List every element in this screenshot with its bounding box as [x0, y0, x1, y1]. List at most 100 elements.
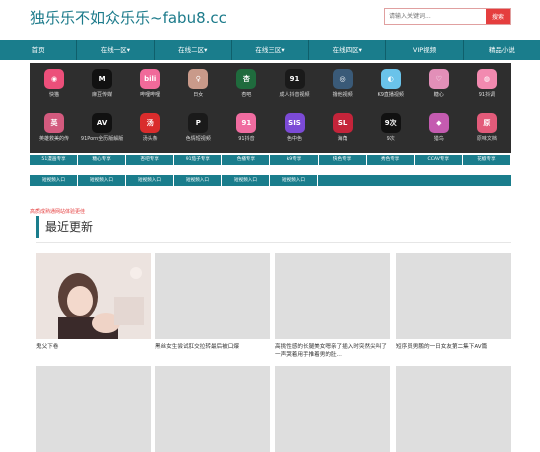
app-tile[interactable]: 杏杏吧 [222, 63, 270, 107]
exclusive-link[interactable]: k9专享 [270, 155, 319, 165]
app-icon[interactable]: bili [140, 69, 161, 89]
app-icon[interactable]: ◉ [44, 69, 64, 89]
video-card[interactable]: 鬼父下卷 [36, 253, 151, 351]
app-icon[interactable]: ♀ [188, 69, 209, 89]
app-label[interactable]: 色中色 [271, 136, 319, 142]
video-card[interactable] [396, 366, 511, 452]
app-icon[interactable]: ♡ [428, 69, 449, 89]
nav-online-4[interactable]: 在线四区▾ [309, 40, 387, 60]
exclusive-link[interactable]: 秀色专享 [366, 155, 415, 165]
app-tile[interactable]: AV 91Porn全历版解版 [78, 107, 126, 151]
short-video-link[interactable]: 短视频入口 [126, 175, 174, 186]
app-icon[interactable]: AV [92, 113, 113, 133]
app-label[interactable]: 猎鸟 [415, 136, 463, 142]
video-thumbnail[interactable] [36, 253, 151, 339]
app-icon[interactable]: 英 [44, 113, 64, 133]
video-title[interactable]: 高挑性感的长腿美女嗯亲了插入时突然尖叫了一声哭着用手推着男的肚... [275, 343, 390, 359]
app-label[interactable]: 杏吧 [222, 92, 270, 98]
app-icon[interactable]: 9次 [380, 113, 401, 133]
app-icon[interactable]: M [92, 69, 113, 89]
exclusive-link[interactable]: 51漫画专享 [30, 155, 79, 165]
app-tile[interactable]: SIS 色中色 [271, 107, 319, 151]
short-video-link[interactable]: 短视频入口 [270, 175, 318, 186]
video-thumbnail[interactable] [155, 253, 270, 339]
app-tile[interactable]: 91 91抖音 [222, 107, 270, 151]
app-icon[interactable]: 杏 [236, 69, 257, 89]
exclusive-link[interactable]: CCAV专享 [414, 155, 463, 165]
notice-text[interactable]: 高质成熟通网站体验更佳 [30, 208, 85, 215]
app-icon[interactable]: 汤 [140, 113, 161, 133]
app-label[interactable]: 哔哩哔哩 [126, 92, 174, 98]
video-card[interactable]: 高挑性感的长腿美女嗯亲了插入时突然尖叫了一声哭着用手推着男的肚... [275, 253, 390, 359]
exclusive-link[interactable]: 花椒专享 [462, 155, 511, 165]
short-video-link[interactable]: 短视频入口 [222, 175, 270, 186]
video-title[interactable]: 鬼父下卷 [36, 343, 151, 351]
app-tile[interactable]: 原原味文档 [463, 107, 511, 151]
app-tile[interactable]: 汤汤头条 [126, 107, 174, 151]
video-card[interactable] [155, 366, 270, 452]
app-label[interactable]: 汤头条 [126, 136, 174, 142]
app-label[interactable]: K9直播视频 [367, 92, 415, 98]
app-tile[interactable]: 9次 9次 [367, 107, 415, 151]
app-label[interactable]: 9次 [367, 136, 415, 142]
app-tile[interactable]: ♡ 糖心 [415, 63, 463, 107]
app-tile[interactable]: ◆ 猎鸟 [415, 107, 463, 151]
app-tile[interactable]: P 色情短视频 [174, 107, 222, 151]
exclusive-link[interactable]: 快色专享 [318, 155, 367, 165]
app-tile[interactable]: M 麻豆传媒 [78, 63, 126, 107]
app-label[interactable]: 日女 [174, 92, 222, 98]
app-tile[interactable]: ◍ 91抖调 [463, 63, 511, 107]
video-thumbnail[interactable] [36, 366, 151, 452]
app-icon[interactable]: ◎ [332, 69, 353, 89]
nav-novels[interactable]: 精品小说 [464, 40, 540, 60]
app-label[interactable]: 91抖音 [222, 136, 270, 142]
app-icon[interactable]: 原 [476, 113, 497, 133]
app-icon[interactable]: SL [332, 113, 353, 133]
video-thumbnail[interactable] [275, 366, 390, 452]
video-thumbnail[interactable] [155, 366, 270, 452]
app-label[interactable]: 成人抖音视频 [271, 92, 319, 98]
app-icon[interactable]: ◐ [380, 69, 401, 89]
video-card[interactable]: 短序员男鹏的一日女友第二集下AV篇 [396, 253, 511, 351]
video-card[interactable] [36, 366, 151, 452]
search-input[interactable] [385, 9, 486, 24]
short-video-link[interactable]: 短视频入口 [30, 175, 78, 186]
app-tile[interactable]: 91 成人抖音视频 [271, 63, 319, 107]
app-icon[interactable]: ◆ [428, 113, 449, 133]
app-tile[interactable]: ♀ 日女 [174, 63, 222, 107]
app-label[interactable]: 91Porn全历版解版 [78, 136, 126, 142]
app-label[interactable]: 91抖调 [463, 92, 511, 98]
nav-online-2[interactable]: 在线二区▾ [155, 40, 232, 60]
app-tile[interactable]: SL 海角 [319, 107, 367, 151]
exclusive-link[interactable]: 杏吧专享 [126, 155, 175, 165]
app-label[interactable]: 原味文档 [463, 136, 511, 142]
nav-home[interactable]: 首页 [0, 40, 78, 60]
video-title[interactable]: 黑丝女生尝试肛交拉转最后被口爆 [155, 343, 270, 351]
app-label[interactable]: 撸他视频 [319, 92, 367, 98]
nav-online-1[interactable]: 在线一区▾ [77, 40, 155, 60]
app-tile[interactable]: bili 哔哩哔哩 [126, 63, 174, 107]
app-label[interactable]: 快猫 [30, 92, 78, 98]
exclusive-link[interactable]: 糖心专享 [78, 155, 127, 165]
site-logo[interactable]: 独乐乐不如众乐乐~fabu8.cc [30, 7, 227, 28]
video-thumbnail[interactable] [396, 253, 511, 339]
app-tile[interactable]: 英英雄救美的传 [30, 107, 78, 151]
app-icon[interactable]: P [188, 113, 209, 133]
exclusive-link[interactable]: 91茄子专享 [174, 155, 223, 165]
nav-online-3[interactable]: 在线三区▾ [232, 40, 310, 60]
app-tile[interactable]: ◐ K9直播视频 [367, 63, 415, 107]
short-video-link[interactable]: 短视频入口 [174, 175, 222, 186]
video-card[interactable] [275, 366, 390, 452]
app-icon[interactable]: 91 [236, 113, 257, 133]
app-label[interactable]: 海角 [319, 136, 367, 142]
app-icon[interactable]: SIS [284, 113, 305, 133]
video-thumbnail[interactable] [396, 366, 511, 452]
search-button[interactable]: 搜索 [486, 9, 510, 24]
app-icon[interactable]: 91 [284, 69, 305, 89]
app-label[interactable]: 麻豆传媒 [78, 92, 126, 98]
video-title[interactable]: 短序员男鹏的一日女友第二集下AV篇 [396, 343, 511, 351]
app-label[interactable]: 糖心 [415, 92, 463, 98]
app-tile[interactable]: ◎ 撸他视频 [319, 63, 367, 107]
short-video-link[interactable]: 短视频入口 [78, 175, 126, 186]
video-thumbnail[interactable] [275, 253, 390, 339]
